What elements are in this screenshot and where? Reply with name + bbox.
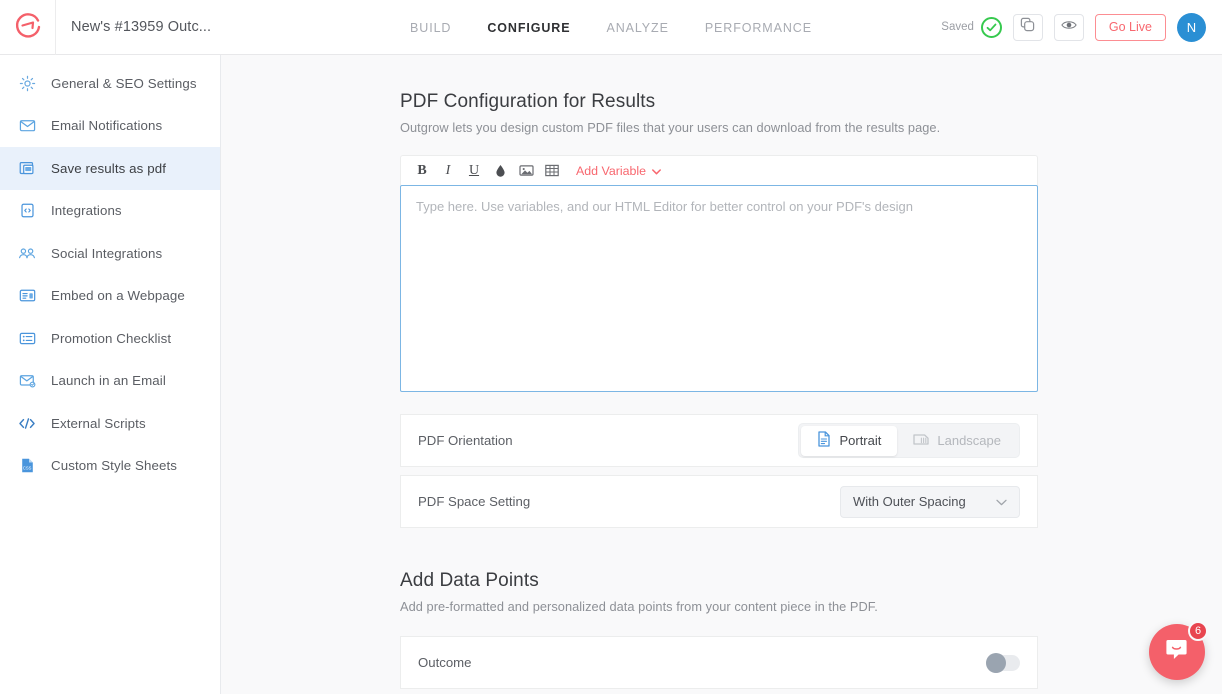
chevron-down-icon: [996, 494, 1007, 509]
orientation-control: Portrait Landscape: [798, 423, 1020, 458]
check-circle-icon: [981, 17, 1002, 38]
orientation-option-portrait[interactable]: Portrait: [801, 426, 897, 456]
outcome-toggle[interactable]: [986, 655, 1020, 671]
editor-toolbar: B I U: [401, 156, 1037, 185]
duplicate-icon: [1020, 17, 1035, 37]
sidebar-item-social-integrations[interactable]: Social Integrations: [0, 232, 220, 275]
data-point-label: Outcome: [418, 655, 472, 670]
css-file-icon: CSS: [18, 457, 36, 475]
duplicate-button[interactable]: [1013, 14, 1043, 41]
pdf-space-setting-label: PDF Space Setting: [418, 494, 530, 509]
top-bar: New's #13959 Outc... BUILD CONFIGURE ANA…: [0, 0, 1222, 55]
space-setting-control: With Outer Spacing: [840, 486, 1020, 518]
add-variable-label: Add Variable: [576, 164, 646, 178]
sidebar-item-label: External Scripts: [51, 416, 146, 431]
italic-icon[interactable]: I: [435, 159, 461, 183]
page-subtitle: Outgrow lets you design custom PDF files…: [400, 120, 1222, 135]
toggle-knob: [986, 653, 1006, 673]
sidebar-item-label: Promotion Checklist: [51, 331, 171, 346]
svg-text:CSS: CSS: [22, 466, 31, 471]
orientation-segmented-control: Portrait Landscape: [798, 423, 1020, 458]
landscape-document-icon: [913, 432, 929, 449]
main-content: PDF Configuration for Results Outgrow le…: [221, 55, 1222, 694]
tab-analyze[interactable]: ANALYZE: [604, 17, 670, 39]
portrait-document-icon: [817, 431, 831, 450]
chat-launcher-button[interactable]: 6: [1149, 624, 1205, 680]
orientation-option-landscape[interactable]: Landscape: [897, 426, 1017, 456]
sidebar-item-launch-in-an-email[interactable]: Launch in an Email: [0, 360, 220, 403]
text-color-droplet-icon[interactable]: [487, 159, 513, 183]
pdf-editor-textarea[interactable]: Type here. Use variables, and our HTML E…: [400, 185, 1038, 392]
tab-performance[interactable]: PERFORMANCE: [703, 17, 814, 39]
sidebar: General & SEO Settings Email Notificatio…: [0, 55, 221, 694]
top-bar-actions: Saved: [941, 13, 1222, 42]
pdf-space-setting-select[interactable]: With Outer Spacing: [840, 486, 1020, 518]
editor-placeholder: Type here. Use variables, and our HTML E…: [416, 199, 913, 214]
sidebar-item-label: Email Notifications: [51, 118, 162, 133]
tab-configure[interactable]: CONFIGURE: [485, 17, 572, 39]
pdf-space-setting-row: PDF Space Setting With Outer Spacing: [400, 475, 1038, 528]
sidebar-item-label: Launch in an Email: [51, 373, 166, 388]
data-points-header: Add Data Points Add pre-formatted and pe…: [400, 570, 1222, 614]
embed-window-icon: [18, 287, 36, 305]
code-brackets-icon: [18, 414, 36, 432]
sidebar-item-label: Save results as pdf: [51, 161, 166, 176]
app-logo[interactable]: [0, 0, 56, 55]
sidebar-item-label: Embed on a Webpage: [51, 288, 185, 303]
outgrow-logo-icon: [13, 12, 43, 42]
sidebar-item-label: Custom Style Sheets: [51, 458, 177, 473]
underline-icon[interactable]: U: [461, 159, 487, 183]
avatar[interactable]: N: [1177, 13, 1206, 42]
tab-build[interactable]: BUILD: [408, 17, 453, 39]
email-launch-icon: [18, 372, 36, 390]
bold-icon[interactable]: B: [409, 159, 435, 183]
chat-unread-badge: 6: [1188, 621, 1208, 641]
envelope-icon: [18, 117, 36, 135]
document-title[interactable]: New's #13959 Outc...: [71, 19, 211, 35]
orientation-option-label: Landscape: [937, 433, 1001, 448]
sidebar-item-promotion-checklist[interactable]: Promotion Checklist: [0, 317, 220, 360]
outcome-toggle-wrap: [986, 655, 1020, 671]
app-root: New's #13959 Outc... BUILD CONFIGURE ANA…: [0, 0, 1222, 694]
sidebar-item-email-notifications[interactable]: Email Notifications: [0, 105, 220, 148]
sidebar-item-general-seo-settings[interactable]: General & SEO Settings: [0, 62, 220, 105]
page-title: PDF Configuration for Results: [400, 91, 1222, 113]
data-points-subtitle: Add pre-formatted and personalized data …: [400, 599, 1222, 614]
data-point-row-outcome: Outcome: [400, 636, 1038, 689]
saved-label: Saved: [941, 21, 974, 33]
people-icon: [18, 244, 36, 262]
plug-code-icon: [18, 202, 36, 220]
sidebar-item-embed-on-a-webpage[interactable]: Embed on a Webpage: [0, 275, 220, 318]
orientation-option-label: Portrait: [839, 433, 881, 448]
save-status: Saved: [941, 17, 1002, 38]
sidebar-item-save-results-as-pdf[interactable]: Save results as pdf: [0, 147, 220, 190]
eye-icon: [1061, 18, 1077, 37]
add-variable-dropdown[interactable]: Add Variable: [576, 164, 661, 178]
sidebar-item-label: General & SEO Settings: [51, 76, 197, 91]
pdf-orientation-label: PDF Orientation: [418, 433, 513, 448]
sidebar-item-external-scripts[interactable]: External Scripts: [0, 402, 220, 445]
checklist-icon: [18, 329, 36, 347]
sidebar-item-label: Integrations: [51, 203, 122, 218]
gear-icon: [18, 74, 36, 92]
sidebar-item-custom-style-sheets[interactable]: CSS Custom Style Sheets: [0, 445, 220, 488]
insert-image-icon[interactable]: [513, 159, 539, 183]
chevron-down-icon: [652, 164, 661, 178]
preview-button[interactable]: [1054, 14, 1084, 41]
data-points-title: Add Data Points: [400, 570, 1222, 592]
pdf-space-setting-value: With Outer Spacing: [853, 494, 966, 509]
go-live-button[interactable]: Go Live: [1095, 14, 1166, 41]
pdf-editor-card: B I U: [400, 155, 1038, 185]
sidebar-item-integrations[interactable]: Integrations: [0, 190, 220, 233]
pdf-file-icon: [18, 159, 36, 177]
sidebar-item-label: Social Integrations: [51, 246, 162, 261]
chat-bubble-icon: [1164, 637, 1191, 668]
pdf-orientation-row: PDF Orientation Portrait: [400, 414, 1038, 467]
insert-table-icon[interactable]: [539, 159, 565, 183]
